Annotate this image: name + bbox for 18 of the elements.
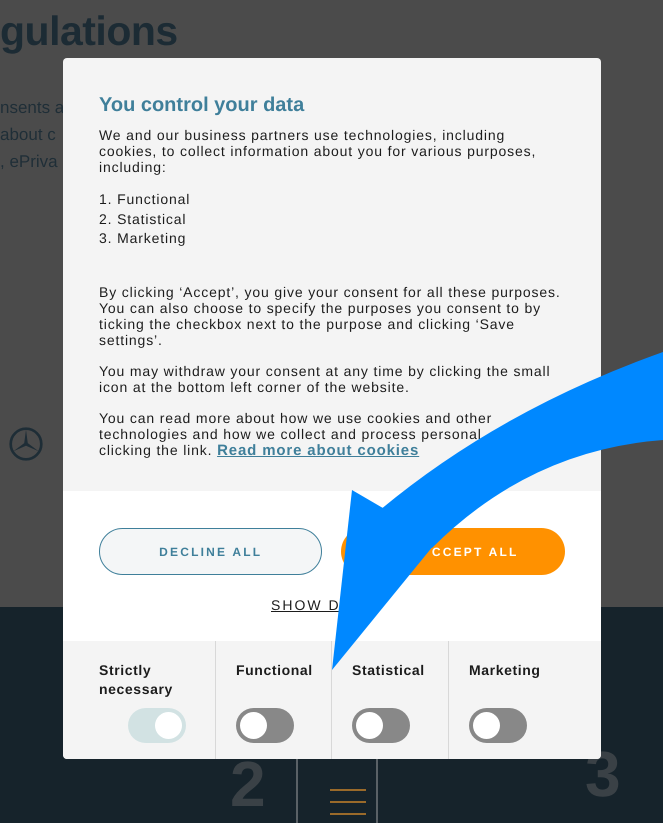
list-item: 2. Statistical bbox=[99, 210, 188, 228]
body-text: You may withdraw your consent at any time by clicking the small icon at the bottom left corner of the website. bbox=[99, 362, 552, 394]
read-more-link[interactable]: Read more about cookies bbox=[217, 442, 420, 458]
toggle-label: Statistical bbox=[352, 661, 426, 680]
body-text: By clicking ‘Accept’, you give your consent for all these purposes. You can also choose to specify the purposes you consent to by ticking the checkbox next to the purpose and clicking ‘Save settings’. bbox=[99, 284, 562, 348]
toggle-label: Marketing bbox=[469, 661, 542, 680]
dialog-title: You control your data bbox=[99, 94, 306, 117]
toggle-switch[interactable] bbox=[236, 708, 294, 743]
list-item: 3. Marketing bbox=[99, 229, 188, 248]
toggle-label: Strictly necessary bbox=[99, 661, 174, 699]
body-text: We and our business partners use technologies, including cookies, to collect information about you for various purposes, including: bbox=[99, 127, 538, 175]
list-item: 1. Functional bbox=[99, 190, 192, 209]
toggle-switch[interactable] bbox=[469, 708, 527, 743]
toggle-label: Functional bbox=[236, 661, 314, 680]
star-logo-icon bbox=[8, 426, 44, 462]
show-details-link[interactable]: SHOW D bbox=[271, 597, 341, 613]
toggle-switch[interactable] bbox=[352, 708, 410, 743]
decline-button[interactable]: DECLINE ALL bbox=[99, 528, 322, 575]
